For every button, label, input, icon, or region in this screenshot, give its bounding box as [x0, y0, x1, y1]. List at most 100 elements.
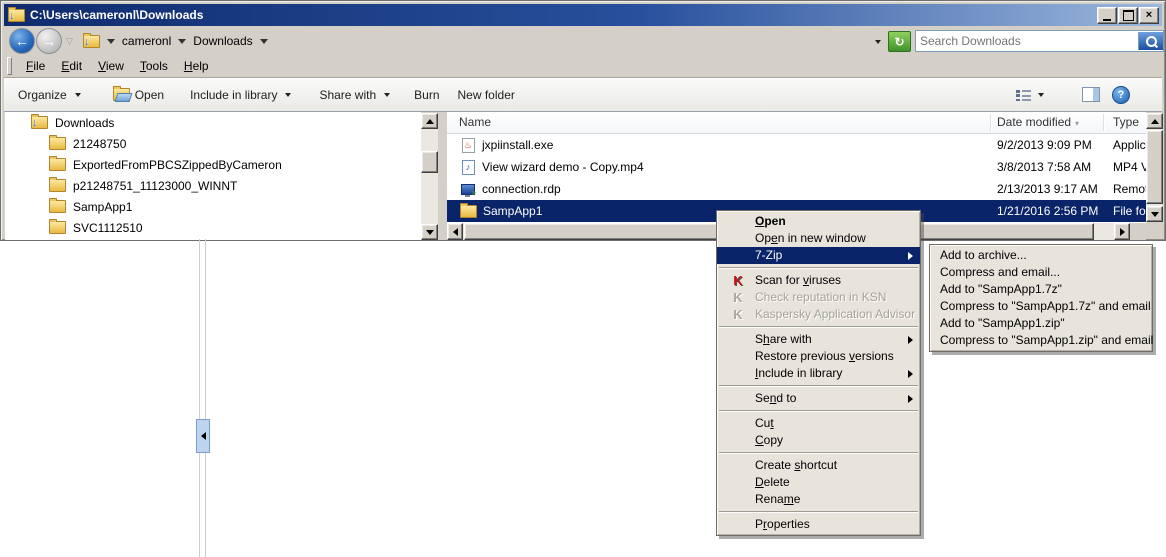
burn-button[interactable]: Burn — [405, 84, 448, 106]
file-name: SampApp1 — [483, 204, 543, 218]
tree-item[interactable]: SampApp1 — [5, 196, 421, 217]
history-dropdown-icon[interactable]: ▽ — [66, 36, 73, 47]
navigation-pane: ↓ Downloads 21248750 ExportedFromPBCSZip… — [5, 112, 421, 240]
menu-file[interactable]: File — [18, 56, 53, 76]
file-name: connection.rdp — [482, 182, 561, 196]
menu-item-share-with[interactable]: Share with — [717, 331, 920, 348]
scroll-down-button[interactable] — [421, 224, 438, 240]
menu-item-7zip[interactable]: 7-Zip — [717, 247, 920, 264]
column-divider[interactable] — [1103, 114, 1105, 131]
menu-edit[interactable]: Edit — [53, 56, 90, 76]
menu-item-restore-previous-versions[interactable]: Restore previous versions — [717, 348, 920, 365]
menu-help[interactable]: Help — [176, 56, 217, 76]
scroll-down-button[interactable] — [1146, 206, 1163, 222]
column-divider[interactable] — [990, 114, 992, 131]
menu-separator — [719, 410, 918, 412]
scroll-thumb[interactable] — [1146, 130, 1163, 204]
submenu-arrow-icon — [908, 336, 913, 344]
explorer-window: ↓ C:\Users\cameronl\Downloads × ← → ▽ ↓ … — [0, 0, 1166, 241]
background-splitter-line — [205, 239, 206, 557]
menu-item-create-shortcut[interactable]: Create shortcut — [717, 457, 920, 474]
address-dropdown-icon[interactable] — [875, 40, 881, 44]
downloads-folder-icon: ↓ — [8, 6, 25, 22]
list-vscrollbar[interactable] — [1146, 113, 1163, 222]
column-type[interactable]: Type — [1113, 115, 1139, 129]
menu-item-copy[interactable]: Copy — [717, 432, 920, 449]
chevron-down-icon[interactable] — [178, 38, 187, 44]
tree-label: p21248751_11123000_WINNT — [73, 178, 238, 193]
submenu-item-add-to-archive[interactable]: Add to archive... — [930, 247, 1152, 264]
include-in-library-button[interactable]: Include in library — [181, 84, 300, 106]
tree-item[interactable]: SVC1112510 — [5, 217, 421, 238]
share-with-button[interactable]: Share with — [310, 84, 399, 106]
file-row[interactable]: ♪ View wizard demo - Copy.mp4 3/8/2013 7… — [447, 156, 1146, 178]
tree-item[interactable]: ExportedFromPBCSZippedByCameron — [5, 154, 421, 175]
submenu-item-compress-7z-email[interactable]: Compress to "SampApp1.7z" and email — [930, 298, 1152, 315]
menu-separator — [719, 326, 918, 328]
menu-item-include-in-library[interactable]: Include in library — [717, 365, 920, 382]
toolbar-gripper[interactable] — [7, 57, 12, 75]
menu-item-cut[interactable]: Cut — [717, 415, 920, 432]
scroll-left-button[interactable] — [447, 223, 463, 240]
chevron-down-icon[interactable] — [106, 38, 115, 44]
java-installer-icon: ♨ — [460, 137, 476, 153]
organize-button[interactable]: Organize — [9, 84, 90, 106]
open-button[interactable]: Open — [104, 84, 173, 106]
pane-splitter[interactable] — [438, 112, 447, 240]
close-button[interactable]: × — [1139, 7, 1159, 24]
menu-bar: File Edit View Tools Help — [4, 55, 1162, 78]
title-bar[interactable]: ↓ C:\Users\cameronl\Downloads × — [4, 4, 1162, 26]
menu-view[interactable]: View — [90, 56, 132, 76]
help-button[interactable]: ? — [1112, 85, 1130, 104]
tree-label: 21248750 — [73, 136, 127, 151]
folder-icon — [49, 156, 66, 171]
chevron-down-icon[interactable] — [259, 38, 268, 44]
menu-item-open-new-window[interactable]: Open in new window — [717, 230, 920, 247]
menu-item-open[interactable]: Open — [717, 213, 920, 230]
menu-tools[interactable]: Tools — [132, 56, 176, 76]
downloads-folder-icon: ↓ — [31, 114, 48, 129]
search-input[interactable] — [916, 34, 1138, 48]
scroll-up-button[interactable] — [421, 113, 438, 129]
column-name[interactable]: Name — [459, 115, 491, 129]
file-row[interactable]: » connection.rdp 2/13/2013 9:17 AM Remot… — [447, 178, 1146, 200]
column-date-modified[interactable]: Date modified ▾ — [997, 115, 1079, 129]
minimize-button[interactable] — [1097, 7, 1117, 24]
breadcrumb-folder[interactable]: Downloads — [193, 34, 252, 48]
tree-item-downloads[interactable]: ↓ Downloads — [5, 112, 421, 133]
folder-icon — [460, 202, 477, 218]
file-name: View wizard demo - Copy.mp4 — [482, 160, 644, 174]
menu-item-send-to[interactable]: Send to — [717, 390, 920, 407]
back-button[interactable]: ← — [9, 28, 35, 54]
file-row[interactable]: ♨ jxpiinstall.exe 9/2/2013 9:09 PM Appli… — [447, 134, 1146, 156]
menu-item-scan-for-viruses[interactable]: K Scan for viruses — [717, 272, 920, 289]
file-type: Application — [1113, 138, 1146, 152]
submenu-item-compress-and-email[interactable]: Compress and email... — [930, 264, 1152, 281]
scroll-up-button[interactable] — [1146, 113, 1163, 129]
breadcrumb-user[interactable]: cameronl — [122, 34, 171, 48]
new-folder-button[interactable]: New folder — [449, 84, 524, 106]
menu-item-properties[interactable]: Properties — [717, 516, 920, 533]
breadcrumb-folder-icon[interactable]: ↓ — [82, 32, 100, 48]
search-button[interactable] — [1138, 32, 1163, 50]
submenu-item-add-to-7z[interactable]: Add to "SampApp1.7z" — [930, 281, 1152, 298]
views-button[interactable] — [1016, 88, 1044, 101]
tree-item[interactable]: 21248750 — [5, 133, 421, 154]
menu-item-delete[interactable]: Delete — [717, 474, 920, 491]
scroll-right-button[interactable] — [1114, 223, 1130, 240]
tree-item[interactable]: p21248751_11123000_WINNT — [5, 175, 421, 196]
column-headers: Name Date modified ▾ Type — [447, 112, 1146, 134]
file-date: 3/8/2013 7:58 AM — [997, 160, 1092, 174]
collapse-pane-handle[interactable] — [196, 419, 210, 453]
menu-separator — [719, 385, 918, 387]
refresh-button[interactable]: ↻ — [888, 31, 911, 52]
scroll-thumb[interactable] — [421, 151, 438, 173]
forward-button[interactable]: → — [36, 28, 62, 54]
submenu-item-compress-zip-email[interactable]: Compress to "SampApp1.zip" and email — [930, 332, 1153, 349]
scrollbar-corner — [1130, 223, 1146, 240]
tree-scrollbar[interactable] — [421, 113, 438, 240]
menu-item-rename[interactable]: Rename — [717, 491, 920, 508]
maximize-button[interactable] — [1118, 7, 1138, 24]
submenu-item-add-to-zip[interactable]: Add to "SampApp1.zip" — [930, 315, 1152, 332]
preview-pane-button[interactable] — [1082, 87, 1100, 102]
